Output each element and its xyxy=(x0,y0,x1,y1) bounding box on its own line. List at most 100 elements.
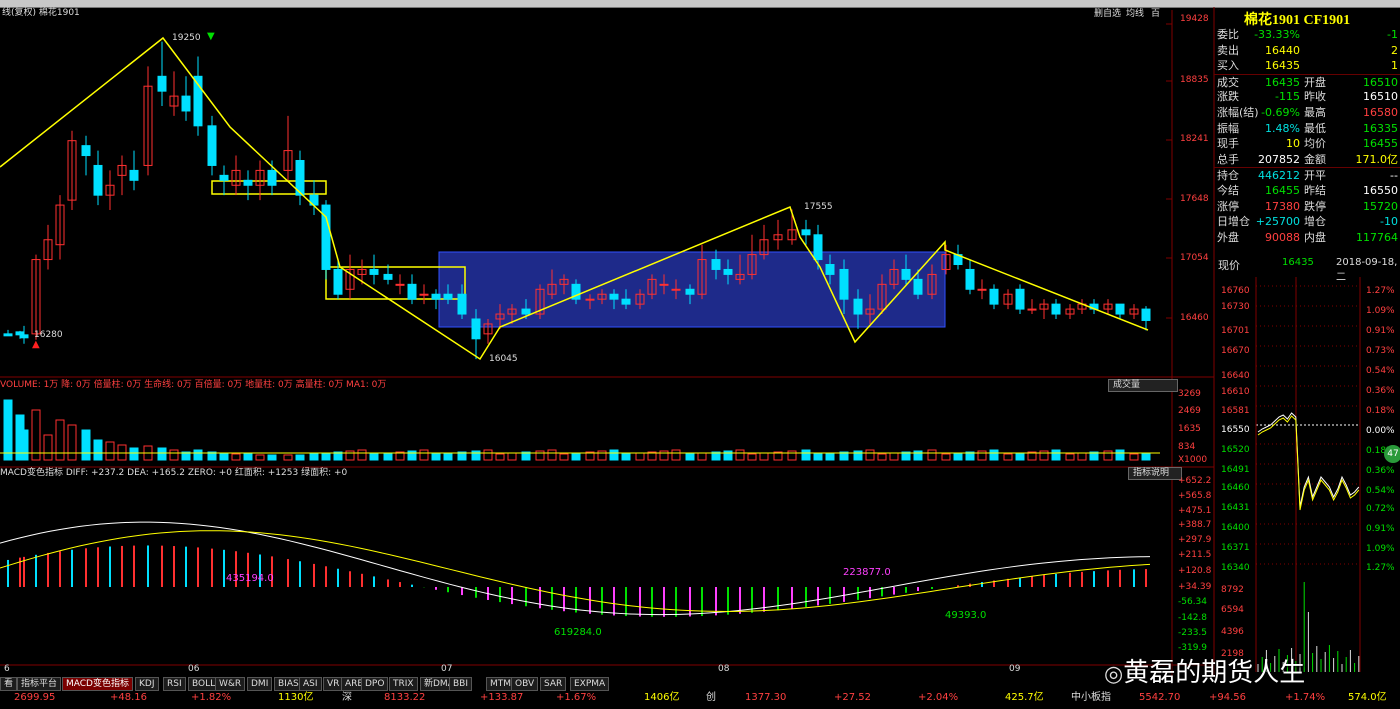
quote-value: 446212 xyxy=(1258,169,1300,183)
intraday-price-line xyxy=(1257,412,1360,508)
month-label: 07 xyxy=(441,664,453,674)
quote-label: 卖出 xyxy=(1217,43,1239,57)
ma-button[interactable]: 均线 xyxy=(1126,9,1144,20)
chart-title: 线(复权) 棉花1901 xyxy=(2,8,80,18)
intraday-tick: 8792 xyxy=(1221,585,1244,595)
candle-body xyxy=(407,283,417,300)
quote-value-2: 171.0亿 xyxy=(1355,152,1399,166)
tab-19[interactable]: EXPMA xyxy=(570,677,610,691)
candle-body xyxy=(853,298,863,315)
volume-bar xyxy=(1051,449,1061,461)
tab-4[interactable]: RSI xyxy=(163,677,186,691)
volume-button[interactable]: 成交量 xyxy=(1108,379,1178,392)
quote-value-2: 16580 xyxy=(1363,106,1398,119)
watermark-text: ◎黄磊的期货人生 xyxy=(1104,658,1306,688)
volume-bar xyxy=(597,450,607,461)
indicator-help-button[interactable]: 指标说明 xyxy=(1128,467,1182,480)
volume-bar xyxy=(877,453,887,461)
volume-bar xyxy=(1015,452,1025,461)
intraday-pct-tick: 1.27% xyxy=(1366,286,1395,296)
candle-body xyxy=(1115,303,1125,315)
volume-bar xyxy=(865,449,875,461)
volume-bar xyxy=(635,452,645,461)
volume-bar xyxy=(759,452,769,461)
contract-title: 棉花1901 CF1901 xyxy=(1244,13,1351,28)
candle-body xyxy=(901,268,911,280)
macd-tick: +565.8 xyxy=(1178,491,1212,501)
tab-18[interactable]: SAR xyxy=(540,677,567,691)
tab-7[interactable]: DMI xyxy=(247,677,273,691)
volume-bar xyxy=(67,424,77,461)
quote-label-2: 均价 xyxy=(1304,137,1326,151)
volume-bar xyxy=(659,450,669,461)
index-ticker-item: 5542.70 xyxy=(1139,692,1181,703)
month-label: 06 xyxy=(188,664,200,674)
volume-bar xyxy=(3,399,13,461)
volume-bar xyxy=(1003,453,1013,461)
tab-3[interactable]: KDJ xyxy=(135,677,159,691)
candle-body xyxy=(181,95,191,112)
quote-value-2: 1 xyxy=(1391,59,1398,73)
volume-bar xyxy=(953,452,963,461)
index-ticker-item: +94.56 xyxy=(1209,692,1247,703)
candle-body xyxy=(685,288,695,295)
percent-button[interactable]: 百 xyxy=(1151,9,1160,20)
quote-value: -115 xyxy=(1275,90,1300,104)
intraday-tick: 16520 xyxy=(1221,445,1250,455)
volume-bar xyxy=(977,450,987,461)
quote-value: 16455 xyxy=(1265,184,1300,197)
volume-bar xyxy=(243,453,253,461)
tab-17[interactable]: OBV xyxy=(511,677,539,691)
candle-body xyxy=(207,125,217,166)
quote-row: 涨跌 -115 昨收 16510 xyxy=(1214,89,1400,105)
volume-bar xyxy=(81,429,91,461)
candle-body xyxy=(521,308,531,315)
price-tick: 17648 xyxy=(1180,194,1209,204)
volume-bar xyxy=(927,449,937,461)
tab-15[interactable]: BBI xyxy=(449,677,473,691)
tab-9[interactable]: ASI xyxy=(299,677,322,691)
quote-row: 委比 -33.33% -1 xyxy=(1214,27,1400,43)
volume-bar xyxy=(685,453,695,461)
tab-2[interactable]: MACD变色指标 xyxy=(62,677,133,691)
index-ticker-item: 创 xyxy=(706,692,716,703)
volume-bar xyxy=(989,449,999,461)
volume-bar xyxy=(283,454,293,461)
quote-value-2: 16455 xyxy=(1363,137,1398,151)
quote-value: 1.48% xyxy=(1265,121,1300,135)
tab-13[interactable]: TRIX xyxy=(389,677,418,691)
tab-1[interactable]: 指标平台 xyxy=(17,677,62,691)
remove-watchlist-button[interactable]: 删自选 xyxy=(1094,9,1121,20)
intraday-pct-tick: 1.09% xyxy=(1366,544,1395,554)
volume-bar xyxy=(535,450,545,461)
quote-row: 今结 16455 昨结 16550 xyxy=(1214,183,1400,199)
intraday-tick: 16730 xyxy=(1221,302,1250,312)
quote-label-2: 最高 xyxy=(1304,106,1326,119)
quote-row: 现手 10 均价 16455 xyxy=(1214,136,1400,152)
macd-tick: -56.34 xyxy=(1178,597,1208,607)
volume-bar xyxy=(735,449,745,461)
quote-label: 日增仓 xyxy=(1217,215,1250,229)
candle-body xyxy=(3,333,13,337)
volume-bar xyxy=(787,450,797,461)
floating-badge-icon[interactable]: 47 xyxy=(1384,445,1400,463)
candle-body xyxy=(333,268,343,295)
quote-value-2: 2 xyxy=(1391,43,1398,57)
volume-bar xyxy=(1115,449,1125,461)
macd-tick: +297.9 xyxy=(1178,535,1212,545)
macd-tick: +475.1 xyxy=(1178,506,1212,516)
quote-value-2: -1 xyxy=(1387,28,1398,41)
quote-label-2: 内盘 xyxy=(1304,230,1326,244)
volume-bar xyxy=(357,449,367,461)
tab-6[interactable]: W&R xyxy=(215,677,246,691)
quote-value: 16440 xyxy=(1265,43,1300,57)
intraday-pct-tick: 0.00% xyxy=(1366,426,1395,436)
intraday-pct-tick: 0.54% xyxy=(1366,486,1395,496)
macd-area-label: 619284.0 xyxy=(554,627,602,638)
quote-label-2: 跌停 xyxy=(1304,199,1326,213)
tab-12[interactable]: DPO xyxy=(361,677,389,691)
tab-0[interactable]: 看 xyxy=(0,677,18,691)
volume-bar xyxy=(431,453,441,461)
volume-legend: VOLUME: 1万 降: 0万 倍量柱: 0万 生命线: 0万 百倍量: 0万… xyxy=(0,380,387,390)
quote-label: 涨跌 xyxy=(1217,90,1239,104)
